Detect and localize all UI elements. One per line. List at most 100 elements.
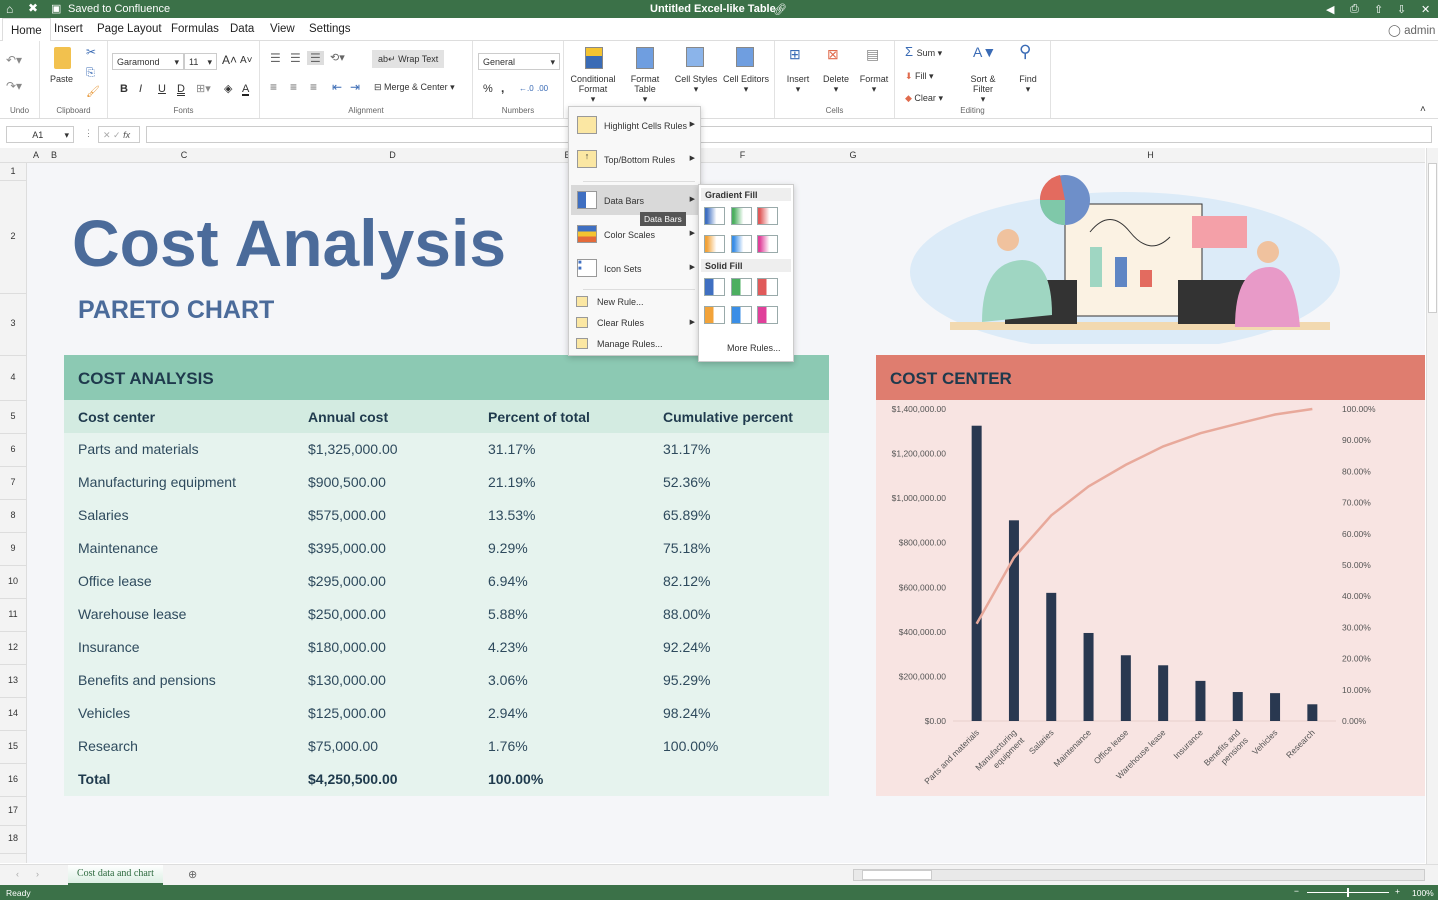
gradient-fill-swatch[interactable] — [731, 235, 752, 253]
upload-icon[interactable]: ⇧ — [1374, 3, 1383, 16]
align-top-icon[interactable]: ☰ — [270, 52, 281, 64]
copy-icon[interactable]: ⎘ — [86, 68, 95, 79]
row-header[interactable]: 7 — [0, 477, 26, 487]
row-header[interactable]: 10 — [0, 576, 26, 586]
more-options-icon[interactable]: ⋮ — [84, 128, 93, 138]
cumulative-percent-cell[interactable]: 75.18% — [663, 540, 710, 556]
percent-total-cell[interactable]: 5.88% — [488, 606, 528, 622]
percent-total-cell[interactable]: 9.29% — [488, 540, 528, 556]
gradient-fill-swatch[interactable] — [704, 207, 725, 225]
find-button[interactable]: Find ▾ — [1015, 74, 1041, 94]
solid-fill-swatch[interactable] — [757, 306, 778, 324]
merge-center-button[interactable]: ⊟ Merge & Center ▾ — [374, 82, 455, 92]
fill-button[interactable]: ⬇ Fill ▾ — [905, 71, 934, 81]
tab-insert[interactable]: Insert — [54, 23, 83, 35]
delete-button[interactable]: Delete ▾ — [819, 74, 853, 94]
cost-center-cell[interactable]: Research — [78, 738, 138, 754]
redo-icon[interactable]: ↷▾ — [6, 80, 22, 92]
close-icon[interactable]: ✕ — [1421, 3, 1430, 16]
paste-button[interactable]: Paste — [50, 74, 73, 84]
add-sheet-icon[interactable]: ⊕ — [188, 868, 197, 881]
cost-center-cell[interactable]: Office lease — [78, 573, 152, 589]
zoom-slider[interactable] — [1307, 888, 1389, 897]
tab-home[interactable]: Home — [2, 18, 51, 41]
column-header-c[interactable]: C — [63, 150, 305, 160]
name-box[interactable]: A1 ▾ — [6, 126, 74, 143]
gradient-fill-swatch[interactable] — [757, 235, 778, 253]
align-right-icon[interactable]: ≡ — [310, 81, 317, 93]
row-header[interactable]: 16 — [0, 774, 26, 784]
double-underline-icon[interactable]: D — [177, 84, 185, 95]
column-header-h[interactable]: H — [876, 150, 1425, 160]
wrap-text-button[interactable]: ab↵ Wrap Text — [372, 50, 445, 68]
row-header[interactable]: 11 — [0, 609, 26, 619]
decrease-indent-icon[interactable]: ⇤ — [332, 81, 342, 93]
row-header[interactable]: 13 — [0, 675, 26, 685]
next-sheet-icon[interactable]: › — [36, 869, 39, 879]
gradient-fill-swatch[interactable] — [731, 207, 752, 225]
row-header[interactable]: 12 — [0, 642, 26, 652]
annual-cost-cell[interactable]: $75,000.00 — [308, 738, 378, 754]
zoom-slider-handle[interactable] — [1347, 888, 1349, 897]
cumulative-percent-cell[interactable]: 92.24% — [663, 639, 710, 655]
solid-fill-swatch[interactable] — [757, 278, 778, 296]
gradient-fill-swatch[interactable] — [704, 235, 725, 253]
gradient-fill-swatch[interactable] — [757, 207, 778, 225]
column-header-b[interactable]: B — [45, 150, 63, 160]
zoom-in-icon[interactable]: + — [1395, 886, 1400, 896]
horizontal-scrollbar[interactable] — [853, 869, 1425, 881]
sum-button[interactable]: Σ Sum ▾ — [905, 45, 942, 58]
increase-indent-icon[interactable]: ⇥ — [350, 81, 360, 93]
annual-cost-cell[interactable]: $250,000.00 — [308, 606, 386, 622]
row-header[interactable]: 8 — [0, 510, 26, 520]
cumulative-percent-cell[interactable]: 31.17% — [663, 441, 710, 457]
annual-cost-cell[interactable]: $1,325,000.00 — [308, 441, 398, 457]
percent-total-cell[interactable]: 2.94% — [488, 705, 528, 721]
conditional-format-button[interactable]: Conditional Format ▾ — [569, 74, 617, 104]
row-header[interactable]: 6 — [0, 444, 26, 454]
insert-button[interactable]: Insert ▾ — [783, 74, 813, 94]
solid-fill-swatch[interactable] — [704, 306, 725, 324]
undo-icon[interactable]: ↶▾ — [6, 54, 22, 66]
column-header-d[interactable]: D — [305, 150, 480, 160]
menu-item-new-rule[interactable]: New Rule... — [571, 292, 699, 313]
row-header[interactable]: 18 — [0, 833, 26, 843]
cumulative-percent-cell[interactable]: 88.00% — [663, 606, 710, 622]
cost-center-cell[interactable]: Parts and materials — [78, 441, 199, 457]
cost-center-cell[interactable]: Benefits and pensions — [78, 672, 216, 688]
decrease-decimal-icon[interactable]: .00 — [537, 84, 548, 94]
solid-fill-swatch[interactable] — [731, 306, 752, 324]
font-name-select[interactable]: Garamond ▾ — [112, 53, 184, 70]
clear-button[interactable]: ◆ Clear ▾ — [905, 93, 943, 103]
print-icon[interactable]: ⎙ — [1350, 3, 1359, 16]
column-header-a[interactable]: A — [27, 150, 45, 160]
align-bottom-icon[interactable]: ☰ — [307, 51, 324, 65]
align-center-icon[interactable]: ≡ — [290, 81, 297, 93]
tab-data[interactable]: Data — [230, 23, 254, 35]
font-color-icon[interactable]: A — [242, 84, 250, 96]
row-header[interactable]: 17 — [0, 805, 26, 815]
menu-item-data-bars[interactable]: Data Bars ▶ — [571, 185, 699, 215]
row-header[interactable]: 14 — [0, 708, 26, 718]
tab-view[interactable]: View — [270, 23, 295, 35]
paste-icon[interactable] — [54, 47, 71, 69]
format-painter-icon[interactable]: 🖌︎ — [86, 87, 100, 98]
cost-center-cell[interactable]: Warehouse lease — [78, 606, 186, 622]
vertical-scrollbar[interactable] — [1426, 148, 1438, 864]
solid-fill-swatch[interactable] — [731, 278, 752, 296]
row-header[interactable]: 9 — [0, 543, 26, 553]
menu-item-clear-rules[interactable]: Clear Rules ▶ — [571, 313, 699, 334]
pareto-chart[interactable]: COST CENTER $0.00 $200,000.00 $400,000.00 $… — [876, 355, 1425, 796]
cumulative-percent-cell[interactable]: 65.89% — [663, 507, 710, 523]
annual-cost-cell[interactable]: $125,000.00 — [308, 705, 386, 721]
solid-fill-swatch[interactable] — [704, 278, 725, 296]
annual-cost-cell[interactable]: $295,000.00 — [308, 573, 386, 589]
percent-icon[interactable]: % — [483, 84, 493, 95]
row-header[interactable]: 5 — [0, 411, 26, 421]
increase-font-icon[interactable]: A˄ — [222, 54, 237, 66]
annual-cost-cell[interactable]: $395,000.00 — [308, 540, 386, 556]
menu-item-highlight-cells-rules[interactable]: Highlight Cells Rules ▶ — [571, 110, 699, 140]
cell-styles-button[interactable]: Cell Styles ▾ — [672, 74, 720, 94]
italic-icon[interactable]: I — [139, 84, 142, 95]
cumulative-percent-cell[interactable]: 95.29% — [663, 672, 710, 688]
